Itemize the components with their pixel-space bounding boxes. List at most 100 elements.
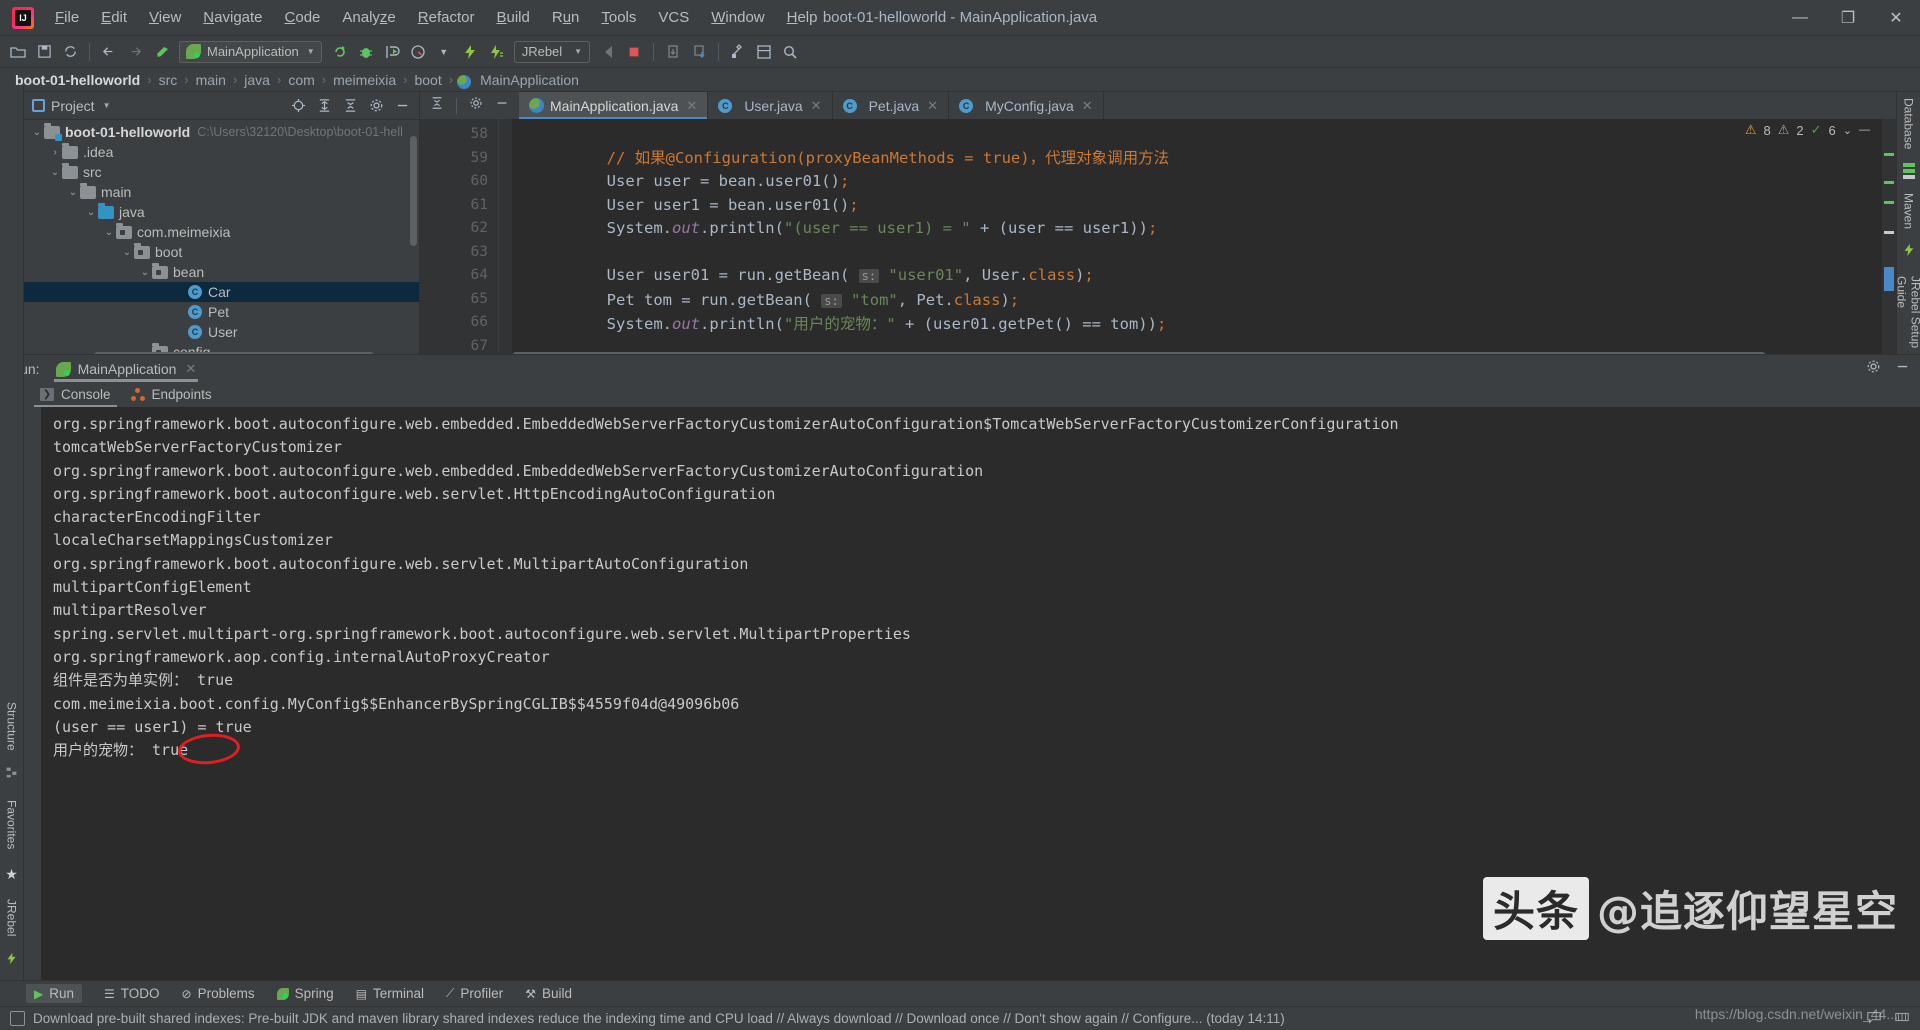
hide-panel-icon[interactable] (495, 96, 509, 115)
gear-icon[interactable] (1866, 359, 1881, 379)
project-vertical-scrollbar[interactable] (410, 136, 417, 246)
error-stripe-marker-rail[interactable] (1882, 119, 1896, 360)
download-icon[interactable] (687, 40, 711, 64)
tree-node-src[interactable]: ⌄src (24, 162, 419, 182)
tool-window-button-structure[interactable]: Structure (5, 702, 19, 751)
stop-icon[interactable] (622, 40, 646, 64)
jrebel-icon[interactable] (5, 952, 18, 970)
menu-code[interactable]: Code (274, 5, 332, 30)
chevron-down-icon[interactable]: ⌄ (138, 267, 152, 278)
tree-node-car[interactable]: CCar (24, 282, 419, 302)
settings-icon[interactable] (367, 97, 385, 115)
close-button[interactable]: ✕ (1872, 0, 1920, 35)
close-icon[interactable]: ✕ (927, 98, 938, 114)
minimize-button[interactable]: — (1776, 0, 1824, 35)
code-editor[interactable]: 5859606162636465666768 // 如果@Configurati… (420, 119, 1896, 360)
endpoints-tab[interactable]: Endpoints (131, 387, 212, 404)
run-tab-mainapplication[interactable]: MainApplication ✕ (50, 358, 203, 380)
folder-open-icon[interactable] (6, 40, 30, 64)
tool-window-button-favorites[interactable]: Favorites (5, 800, 19, 849)
tree-node-boot-01-helloworld[interactable]: ⌄boot-01-helloworldC:\Users\32120\Deskto… (24, 122, 419, 142)
save-icon[interactable] (32, 40, 56, 64)
breadcrumb-item-5[interactable]: meimeixia (330, 72, 399, 88)
tool-window-button-problems[interactable]: ⊘ Problems (182, 986, 255, 1001)
back-flag-icon[interactable] (596, 40, 620, 64)
project-structure-icon[interactable] (752, 40, 776, 64)
chevron-down-icon[interactable]: ⌄ (48, 167, 62, 178)
breadcrumb-item-6[interactable]: boot (411, 72, 444, 88)
tool-window-button-maven[interactable]: Maven (1902, 193, 1916, 229)
chevron-down-icon[interactable]: ⌄ (120, 247, 134, 258)
close-icon[interactable]: ✕ (1082, 98, 1093, 114)
close-icon[interactable]: ✕ (811, 98, 822, 114)
tree-node-main[interactable]: ⌄main (24, 182, 419, 202)
collapse-all-icon[interactable] (430, 96, 444, 115)
chevron-down-icon[interactable]: ⌄ (102, 227, 116, 238)
tool-window-button-terminal[interactable]: ▤ Terminal (356, 986, 424, 1001)
breadcrumb-item-3[interactable]: java (241, 72, 273, 88)
console-tab[interactable]: ❯ Console (40, 387, 111, 404)
rerun-icon[interactable] (328, 40, 352, 64)
tree-node-bean[interactable]: ⌄bean (24, 262, 419, 282)
back-arrow-icon[interactable] (97, 40, 121, 64)
chevron-down-icon[interactable]: ⌄ (66, 187, 80, 198)
profile-icon[interactable] (406, 40, 430, 64)
jrebel-selector[interactable]: JRebel ▼ (514, 41, 590, 63)
menu-navigate[interactable]: Navigate (192, 5, 273, 30)
debug-icon[interactable] (354, 40, 378, 64)
tool-window-button-jrebel[interactable]: JRebel (5, 899, 19, 936)
tree-node-boot[interactable]: ⌄boot (24, 242, 419, 262)
layout-toggle-icon[interactable] (10, 1011, 25, 1026)
status-message[interactable]: Download pre-built shared indexes: Pre-b… (33, 1011, 1285, 1026)
menu-vcs[interactable]: VCS (647, 5, 700, 30)
menu-tools[interactable]: Tools (590, 5, 647, 30)
chevron-right-icon[interactable]: › (48, 147, 62, 158)
jrebel-run-icon[interactable] (458, 40, 482, 64)
breadcrumb-item-0[interactable]: boot-01-helloworld (12, 72, 143, 88)
project-tree[interactable]: ⌄boot-01-helloworldC:\Users\32120\Deskto… (24, 120, 419, 360)
tree-node--idea[interactable]: ›.idea (24, 142, 419, 162)
editor-tab-user[interactable]: C User.java ✕ (708, 92, 832, 119)
menu-view[interactable]: View (138, 5, 192, 30)
editor-tab-pet[interactable]: C Pet.java ✕ (833, 92, 950, 119)
inspection-widget[interactable]: ⚠ 8 ⚠ 2 ✓ 6 ⌄ — (1745, 122, 1870, 138)
chevron-down-icon[interactable]: ⌄ (30, 127, 44, 138)
editor-tab-myconfig[interactable]: C MyConfig.java ✕ (949, 92, 1104, 119)
menu-build[interactable]: Build (485, 5, 540, 30)
maximize-button[interactable]: ❐ (1824, 0, 1872, 35)
sync-icon[interactable] (58, 40, 82, 64)
console-output[interactable]: org.springframework.boot.autoconfigure.w… (41, 407, 1920, 980)
forward-arrow-icon[interactable] (123, 40, 147, 64)
tree-node-pet[interactable]: CPet (24, 302, 419, 322)
locate-icon[interactable] (289, 97, 307, 115)
chevron-down-icon[interactable]: ▼ (432, 40, 456, 64)
menu-help[interactable]: Help (776, 5, 829, 30)
tree-node-com-meimeixia[interactable]: ⌄com.meimeixia (24, 222, 419, 242)
tool-window-button-database[interactable]: Database (1902, 98, 1916, 149)
settings-icon[interactable] (469, 96, 483, 115)
tree-node-user[interactable]: CUser (24, 322, 419, 342)
tool-window-button-run[interactable]: ▶ Run (26, 984, 82, 1003)
tool-window-button-spring[interactable]: Spring (277, 986, 334, 1001)
chevron-down-icon[interactable]: ⌄ (1843, 124, 1852, 137)
structure-icon[interactable] (5, 766, 18, 784)
menu-file[interactable]: File (44, 5, 90, 30)
chevron-down-icon[interactable]: ▼ (103, 101, 111, 110)
source-code[interactable]: // 如果@Configuration(proxyBeanMethods = t… (512, 119, 1896, 360)
close-icon[interactable]: ✕ (185, 361, 196, 377)
menu-run[interactable]: Run (541, 5, 591, 30)
jrebel-debug-icon[interactable] (484, 40, 508, 64)
tool-window-button-build[interactable]: ⚒ Build (525, 986, 572, 1001)
hide-panel-icon[interactable] (1895, 359, 1910, 379)
star-icon[interactable]: ★ (5, 866, 18, 883)
update-app-icon[interactable] (661, 40, 685, 64)
run-with-coverage-icon[interactable] (380, 40, 404, 64)
run-configuration-selector[interactable]: MainApplication ▼ (179, 41, 322, 63)
menu-edit[interactable]: Edit (90, 5, 138, 30)
breadcrumb-item-4[interactable]: com (285, 72, 317, 88)
collapse-all-icon[interactable] (341, 97, 359, 115)
chevron-down-icon[interactable]: ⌄ (84, 207, 98, 218)
tool-window-button-profiler[interactable]: ⟋ Profiler (446, 986, 503, 1001)
editor-tab-mainapplication[interactable]: MainApplication.java ✕ (519, 92, 708, 119)
expand-all-icon[interactable] (315, 97, 333, 115)
